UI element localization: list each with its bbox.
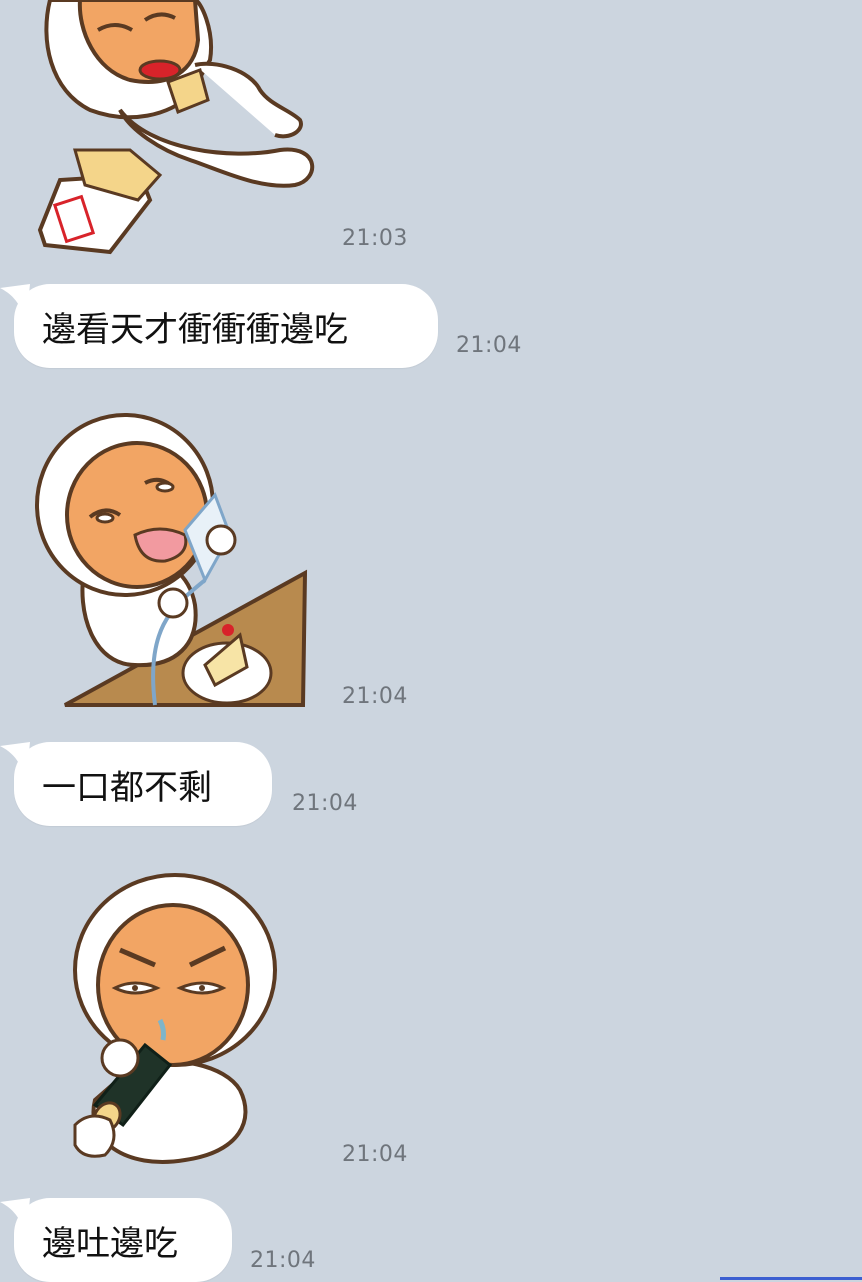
message-timestamp: 21:03 [342, 226, 408, 251]
text-message-bubble[interactable]: 邊吐邊吃 [0, 1198, 232, 1282]
text-message-bubble[interactable]: 邊看天才衝衝衝邊吃 [0, 284, 438, 368]
chat-message-list[interactable]: 21:03 邊看天才衝衝衝邊吃 21:04 21:04 一口都不剩 21:04 … [0, 0, 862, 1282]
message-timestamp: 21:04 [292, 791, 358, 816]
message-timestamp: 21:04 [342, 1142, 408, 1167]
baby-lying-eating-chips-sticker [37, 0, 315, 255]
bubble-tail-icon [0, 1198, 30, 1238]
baby-licking-cake-wrapper-sticker [35, 413, 308, 707]
sticker-message[interactable] [20, 0, 320, 265]
message-text: 邊吐邊吃 [42, 1223, 178, 1264]
message-timestamp: 21:04 [250, 1248, 316, 1273]
message-timestamp: 21:04 [456, 333, 522, 358]
bubble-tail-icon [0, 742, 30, 782]
sticker-message[interactable] [25, 405, 315, 715]
sticker-message[interactable] [65, 870, 280, 1170]
message-text: 一口都不剩 [42, 767, 212, 808]
baby-eating-sushi-roll-sticker [73, 873, 277, 1164]
bubble-tail-icon [0, 284, 30, 324]
message-text: 邊看天才衝衝衝邊吃 [42, 309, 348, 350]
text-message-bubble[interactable]: 一口都不剩 [0, 742, 272, 826]
message-timestamp: 21:04 [342, 684, 408, 709]
